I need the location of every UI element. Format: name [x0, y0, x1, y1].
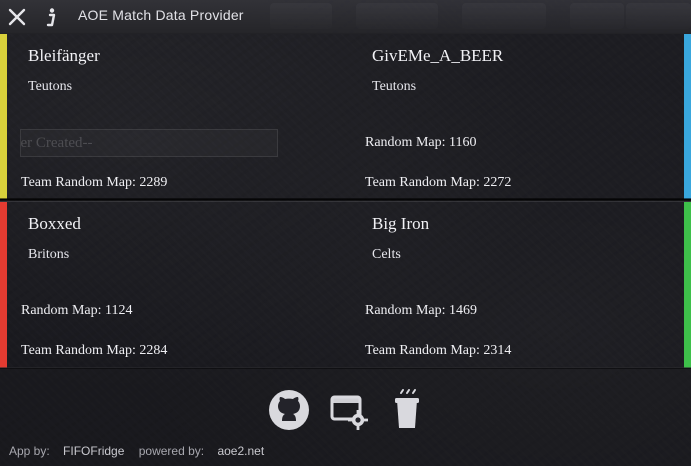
hud-chip: [626, 3, 691, 29]
background-hud: [270, 0, 691, 33]
team-panel-2: Boxxed Britons Random Map: 1124 Team Ran…: [0, 201, 691, 369]
github-icon-svg: [269, 390, 309, 430]
github-icon[interactable]: [267, 388, 311, 432]
team-random-map-rating: Team Random Map: 2272: [365, 175, 512, 190]
coffee-icon-svg: [395, 389, 419, 428]
app-by-label: App by:: [9, 444, 50, 458]
player-name: Boxxed: [28, 214, 81, 233]
title-bar: AOE Match Data Provider: [0, 0, 691, 34]
app-by-link[interactable]: FIFOFridge: [63, 444, 124, 458]
player-color-bar-right: [684, 34, 691, 199]
random-map-rating-placeholder: --ger Created--: [20, 129, 278, 157]
info-icon[interactable]: [40, 6, 62, 28]
settings-icon[interactable]: [326, 388, 370, 432]
player-color-bar-left: [0, 202, 7, 368]
player-name: GivEMe_A_BEER: [372, 46, 504, 65]
close-icon-svg: [8, 8, 26, 26]
footer: App by: FIFOFridge powered by: aoe2.net: [0, 367, 691, 466]
app-window: AOE Match Data Provider Bleifänger Teuto…: [0, 0, 691, 466]
player-card: Bleifänger Teutons --ger Created-- Team …: [20, 34, 340, 199]
team-panel-1: Bleifänger Teutons --ger Created-- Team …: [0, 33, 691, 200]
credits: App by: FIFOFridge powered by: aoe2.net: [9, 444, 275, 458]
player-card: Boxxed Britons Random Map: 1124 Team Ran…: [20, 202, 340, 368]
title-controls: [6, 6, 62, 28]
player-civ: Teutons: [28, 79, 73, 94]
hud-chip: [570, 3, 624, 29]
powered-by-label: powered by:: [138, 444, 205, 458]
app-title: AOE Match Data Provider: [78, 7, 244, 23]
random-map-rating: Random Map: 1124: [21, 303, 133, 318]
player-civ: Britons: [28, 247, 70, 262]
hud-chip: [462, 3, 546, 29]
team-random-map-rating: Team Random Map: 2284: [21, 343, 168, 358]
close-icon[interactable]: [6, 6, 28, 28]
player-civ: Celts: [372, 247, 401, 262]
info-icon-svg: [46, 8, 56, 27]
team-random-map-rating: Team Random Map: 2314: [365, 343, 512, 358]
coffee-icon[interactable]: [385, 388, 429, 432]
player-name: Big Iron: [372, 214, 430, 233]
player-color-bar-left: [0, 34, 7, 199]
team-random-map-rating: Team Random Map: 2289: [21, 175, 168, 190]
player-card: GivEMe_A_BEER Teutons Random Map: 1160 T…: [364, 34, 684, 199]
settings-icon-svg: [330, 395, 368, 430]
powered-by-link[interactable]: aoe2.net: [217, 444, 264, 458]
random-map-rating: Random Map: 1160: [365, 135, 477, 150]
player-civ: Teutons: [372, 79, 417, 94]
hud-chip: [270, 3, 332, 29]
player-name: Bleifänger: [28, 46, 100, 65]
player-card: Big Iron Celts Random Map: 1469 Team Ran…: [364, 202, 684, 368]
hud-chip: [356, 3, 438, 29]
footer-icons: [267, 386, 427, 434]
teams-container: Bleifänger Teutons --ger Created-- Team …: [0, 33, 691, 369]
random-map-placeholder-text: --ger Created--: [20, 135, 93, 151]
random-map-rating: Random Map: 1469: [365, 303, 477, 318]
player-color-bar-right: [684, 202, 691, 368]
